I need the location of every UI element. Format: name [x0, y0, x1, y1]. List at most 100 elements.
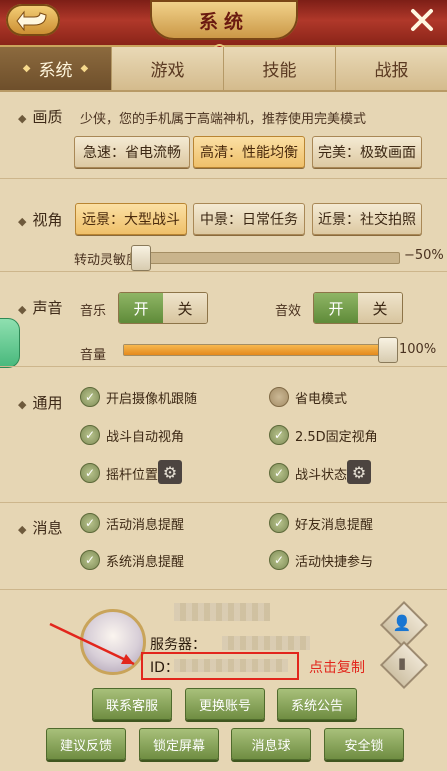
quality-heading: ◆ 画质 — [18, 106, 62, 127]
checkbox-label: 系统消息提醒 — [106, 554, 185, 570]
avatar[interactable] — [80, 609, 146, 675]
close-icon — [411, 9, 433, 31]
contact-support-button[interactable]: 联系客服 — [92, 688, 172, 720]
sfx-toggle[interactable]: 开 关 — [313, 292, 403, 324]
camera-follow-checkbox[interactable]: ✓ 开启摄像机跟随 — [80, 387, 197, 407]
view-option-near[interactable]: 近景：社交拍照 — [312, 203, 422, 235]
tab-skills[interactable]: 技能 — [224, 47, 336, 90]
quick-join-checkbox[interactable]: ✓ 活动快捷参与 — [269, 550, 373, 570]
music-label: 音乐 — [80, 304, 107, 319]
messages-heading: ◆ 消息 — [18, 517, 62, 538]
phone-icon: ▮ — [397, 654, 407, 672]
section-label: 视角 — [32, 211, 63, 229]
message-ball-button[interactable]: 消息球 — [231, 728, 311, 760]
volume-value: 100% — [399, 342, 437, 357]
diamond-icon: ◆ — [18, 112, 27, 125]
music-toggle[interactable]: 开 关 — [118, 292, 208, 324]
music-on-option[interactable]: 开 — [119, 293, 163, 323]
lock-screen-button[interactable]: 锁定屏幕 — [139, 728, 219, 760]
quality-section: ◆ 画质 少侠，您的手机属于高端神机，推荐使用完美模式 急速：省电流畅 高清：性能… — [0, 92, 447, 179]
gear-icon[interactable]: ⚙ — [158, 460, 182, 484]
diamond-icon: ◆ — [18, 303, 27, 316]
quality-hint: 少侠，您的手机属于高端神机，推荐使用完美模式 — [80, 112, 367, 127]
sensitivity-knob[interactable] — [131, 245, 151, 271]
battle-status-checkbox[interactable]: ✓ 战斗状态 — [269, 463, 347, 483]
section-label: 消息 — [32, 519, 63, 537]
tab-label: 系统 — [38, 61, 73, 81]
volume-knob[interactable] — [378, 337, 398, 363]
checkbox-label: 摇杆位置 — [106, 467, 159, 483]
sfx-label: 音效 — [275, 304, 302, 319]
system-message-checkbox[interactable]: ✓ 系统消息提醒 — [80, 550, 184, 570]
check-icon: ✓ — [80, 513, 100, 533]
tab-label: 技能 — [262, 61, 297, 81]
sensitivity-value: −50% — [404, 248, 444, 263]
check-icon: ✓ — [269, 425, 289, 445]
diamond-icon: ◆ — [18, 215, 27, 228]
unchecked-icon — [269, 387, 289, 407]
section-label: 画质 — [32, 108, 63, 126]
tab-game[interactable]: 游戏 — [112, 47, 224, 90]
quality-option-hd[interactable]: 高清：性能均衡 — [193, 136, 305, 168]
checkbox-label: 活动快捷参与 — [295, 554, 374, 570]
volume-fill — [124, 345, 396, 355]
user-settings-icon: 👤 — [392, 614, 412, 632]
feedback-button[interactable]: 建议反馈 — [46, 728, 126, 760]
friend-message-checkbox[interactable]: ✓ 好友消息提醒 — [269, 513, 373, 533]
server-label: 服务器： — [150, 637, 206, 653]
player-id-highlight[interactable] — [141, 652, 299, 680]
general-heading: ◆ 通用 — [18, 392, 62, 413]
back-arrow-icon — [16, 10, 47, 31]
music-off-option[interactable]: 关 — [163, 293, 207, 323]
checkbox-label: 2.5D固定视角 — [295, 429, 378, 445]
check-icon: ✓ — [269, 463, 289, 483]
general-section: ◆ 通用 ✓ 开启摄像机跟随 省电模式 ✓ 战斗自动视角 ✓ 2.5D固定视角 ✓ 摇杆位… — [0, 367, 447, 503]
sensitivity-slider[interactable] — [130, 245, 400, 271]
view-heading: ◆ 视角 — [18, 209, 62, 230]
tab-battle-report[interactable]: 战报 — [336, 47, 447, 90]
window-title: 系统 — [150, 0, 298, 40]
volume-label: 音量 — [80, 348, 107, 363]
checkbox-label: 战斗自动视角 — [106, 429, 185, 445]
server-name-redacted — [222, 636, 310, 650]
checkbox-label: 战斗状态 — [295, 467, 348, 483]
tab-label: 战报 — [374, 61, 409, 81]
view-option-far[interactable]: 远景：大型战斗 — [75, 203, 187, 235]
diamond-icon: ◆ — [18, 523, 27, 536]
check-icon: ✓ — [269, 513, 289, 533]
section-label: 声音 — [32, 299, 63, 317]
messages-section: ◆ 消息 ✓ 活动消息提醒 ✓ 好友消息提醒 ✓ 系统消息提醒 ✓ 活动快捷参与 — [0, 503, 447, 590]
joystick-position-checkbox[interactable]: ✓ 摇杆位置 — [80, 463, 158, 483]
switch-account-button[interactable]: 更换账号 — [185, 688, 265, 720]
checkbox-label: 省电模式 — [295, 391, 348, 407]
sfx-off-option[interactable]: 关 — [358, 293, 402, 323]
diamond-icon: ◆ — [22, 63, 31, 74]
close-button[interactable] — [405, 4, 439, 36]
quality-option-fast[interactable]: 急速：省电流畅 — [74, 136, 190, 168]
diamond-icon: ◆ — [18, 398, 27, 411]
event-message-checkbox[interactable]: ✓ 活动消息提醒 — [80, 513, 184, 533]
auto-battle-view-checkbox[interactable]: ✓ 战斗自动视角 — [80, 425, 184, 445]
back-button[interactable] — [6, 4, 60, 36]
tab-system[interactable]: ◆ 系统 ◆ — [0, 47, 112, 90]
tab-bar: ◆ 系统 ◆ 游戏 技能 战报 — [0, 47, 447, 92]
checkbox-label: 活动消息提醒 — [106, 517, 185, 533]
view-option-mid[interactable]: 中景：日常任务 — [193, 203, 305, 235]
security-lock-button[interactable]: 安全锁 — [324, 728, 404, 760]
check-icon: ✓ — [80, 387, 100, 407]
title-bar: 系统 — [0, 0, 447, 47]
sound-heading: ◆ 声音 — [18, 297, 62, 318]
diamond-icon: ◆ — [80, 63, 89, 74]
check-icon: ✓ — [80, 550, 100, 570]
volume-slider[interactable] — [123, 337, 398, 363]
power-saving-checkbox[interactable]: 省电模式 — [269, 387, 347, 407]
copy-tip: 点击复制 — [309, 660, 365, 676]
gear-icon[interactable]: ⚙ — [347, 460, 371, 484]
fixed-25d-view-checkbox[interactable]: ✓ 2.5D固定视角 — [269, 425, 378, 445]
quality-option-perfect[interactable]: 完美：极致画面 — [312, 136, 422, 168]
system-notice-button[interactable]: 系统公告 — [277, 688, 357, 720]
sfx-on-option[interactable]: 开 — [314, 293, 358, 323]
tab-label: 游戏 — [150, 61, 185, 81]
section-label: 通用 — [32, 394, 63, 412]
check-icon: ✓ — [80, 425, 100, 445]
